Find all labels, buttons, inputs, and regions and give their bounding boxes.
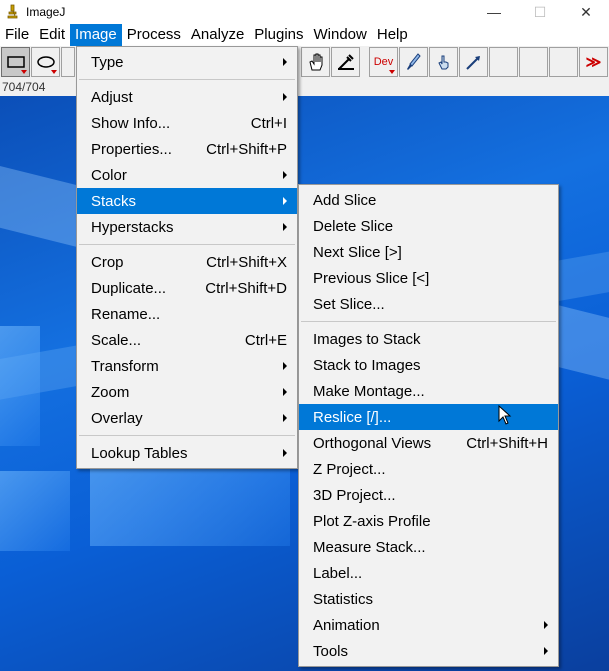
submenu-arrow-icon [544,621,548,629]
pointer-hand-tool[interactable] [429,47,458,77]
menu-item-adjust[interactable]: Adjust [77,84,297,110]
menu-item-reslice[interactable]: Reslice [/]... [299,404,558,430]
menu-item-statistics[interactable]: Statistics [299,586,558,612]
menu-item-properties[interactable]: Properties... Ctrl+Shift+P [77,136,297,162]
microscope-icon [4,4,20,20]
menu-item-color[interactable]: Color [77,162,297,188]
submenu-arrow-icon [283,414,287,422]
menu-item-delete-slice[interactable]: Delete Slice [299,213,558,239]
hand-tool-icon [308,53,322,71]
dev-label: Dev [373,56,394,68]
menu-edit[interactable]: Edit [34,24,70,46]
menu-item-zoom[interactable]: Zoom [77,379,297,405]
menu-help[interactable]: Help [372,24,413,46]
menu-item-overlay[interactable]: Overlay [77,405,297,431]
empty-tool-slot[interactable] [489,47,518,77]
maximize-button[interactable]: ☐ [517,0,563,24]
oval-tool[interactable] [31,47,60,77]
menu-item-next-slice[interactable]: Next Slice [>] [299,239,558,265]
menu-item-tools[interactable]: Tools [299,638,558,664]
brush-tool[interactable] [399,47,428,77]
dropper-tool-icon [337,54,354,70]
window-pane [90,456,290,546]
menu-item-add-slice[interactable]: Add Slice [299,187,558,213]
menu-item-stack-to-images[interactable]: Stack to Images [299,352,558,378]
submenu-arrow-icon [283,197,287,205]
menu-item-hyperstacks[interactable]: Hyperstacks [77,214,297,240]
close-button[interactable]: ✕ [563,0,609,24]
window-pane [0,471,70,551]
menu-window[interactable]: Window [309,24,372,46]
rectangle-tool[interactable] [1,47,30,77]
window-pane [0,326,40,446]
arrow-tool[interactable] [459,47,488,77]
submenu-arrow-icon [283,223,287,231]
menu-bar: File Edit Image Process Analyze Plugins … [0,24,609,46]
menu-item-stacks[interactable]: Stacks [77,188,297,214]
dropper-tool[interactable] [331,47,360,77]
menu-process[interactable]: Process [122,24,186,46]
menu-item-label[interactable]: Label... [299,560,558,586]
menu-file[interactable]: File [0,24,34,46]
brush-icon [406,53,421,70]
menu-item-plot-z-axis-profile[interactable]: Plot Z-axis Profile [299,508,558,534]
menu-item-orthogonal-views[interactable]: Orthogonal Views Ctrl+Shift+H [299,430,558,456]
menu-item-crop[interactable]: Crop Ctrl+Shift+X [77,249,297,275]
menu-separator [79,435,295,436]
minimize-button[interactable]: — [471,0,517,24]
menu-item-show-info[interactable]: Show Info... Ctrl+I [77,110,297,136]
menu-item-transform[interactable]: Transform [77,353,297,379]
menu-item-animation[interactable]: Animation [299,612,558,638]
menu-item-3d-project[interactable]: 3D Project... [299,482,558,508]
rectangle-tool-icon [6,56,25,68]
menu-item-lookup-tables[interactable]: Lookup Tables [77,440,297,466]
menu-item-z-project[interactable]: Z Project... [299,456,558,482]
empty-tool-slot[interactable] [519,47,548,77]
submenu-arrow-icon [283,362,287,370]
menu-item-type[interactable]: Type [77,49,297,75]
submenu-arrow-icon [283,388,287,396]
hand-tool[interactable] [301,47,330,77]
submenu-arrow-icon [544,647,548,655]
dev-tool[interactable]: Dev [369,47,398,77]
menu-separator [301,321,556,322]
empty-tool-slot[interactable] [549,47,578,77]
stacks-submenu: Add Slice Delete Slice Next Slice [>] Pr… [298,184,559,667]
title-bar: ImageJ — ☐ ✕ [0,0,609,24]
menu-separator [79,79,295,80]
mouse-cursor-icon [498,405,512,425]
menu-analyze[interactable]: Analyze [186,24,249,46]
menu-item-make-montage[interactable]: Make Montage... [299,378,558,404]
arrow-tool-icon [465,56,480,70]
submenu-arrow-icon [283,58,287,66]
menu-item-scale[interactable]: Scale... Ctrl+E [77,327,297,353]
menu-plugins[interactable]: Plugins [249,24,308,46]
menu-item-duplicate[interactable]: Duplicate... Ctrl+Shift+D [77,275,297,301]
menu-item-images-to-stack[interactable]: Images to Stack [299,326,558,352]
menu-image[interactable]: Image [70,24,122,46]
menu-item-measure-stack[interactable]: Measure Stack... [299,534,558,560]
submenu-arrow-icon [283,171,287,179]
pointer-hand-icon [437,55,448,70]
menu-item-rename[interactable]: Rename... [77,301,297,327]
submenu-arrow-icon [283,93,287,101]
menu-item-set-slice[interactable]: Set Slice... [299,291,558,317]
menu-item-previous-slice[interactable]: Previous Slice [<] [299,265,558,291]
submenu-arrow-icon [283,449,287,457]
polygon-tool[interactable] [61,47,75,77]
oval-tool-icon [36,56,55,68]
more-tools-button[interactable]: ≫ [579,47,608,77]
menu-separator [79,244,295,245]
window-title: ImageJ [26,5,66,19]
image-menu: Type Adjust Show Info... Ctrl+I Propertie… [76,46,298,469]
more-tools-icon: ≫ [585,54,602,71]
